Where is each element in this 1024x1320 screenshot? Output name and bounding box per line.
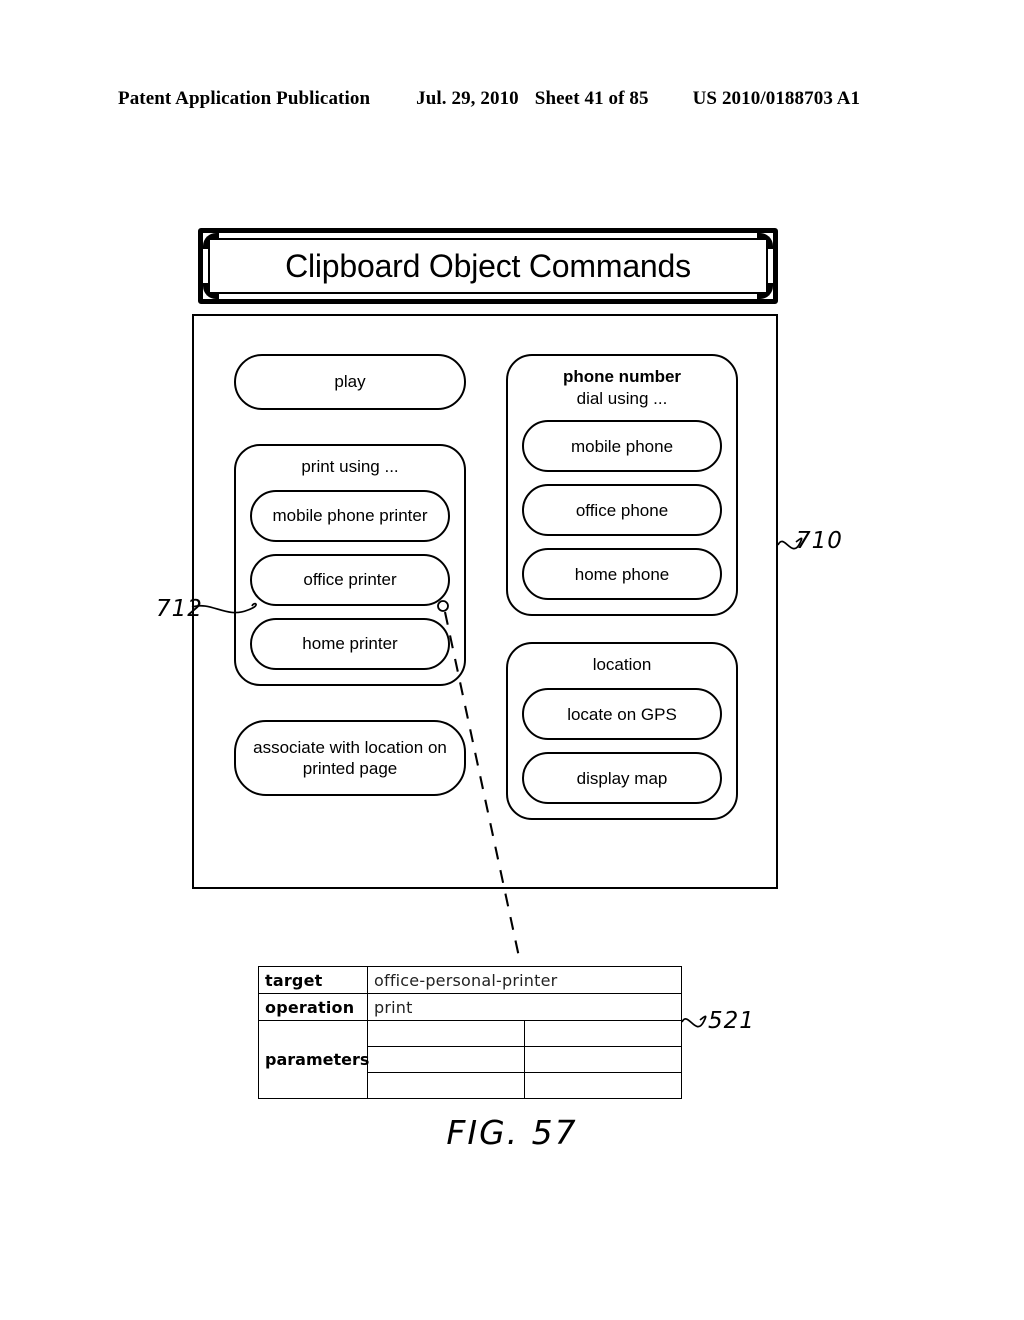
patent-number: US 2010/0188703 A1 — [692, 88, 861, 109]
reference-numeral-710: 710 — [796, 528, 843, 554]
target-value: office-personal-printer — [367, 966, 682, 994]
location-option-list: locate on GPS display map — [522, 688, 722, 805]
home-phone-button[interactable]: home phone — [522, 548, 722, 601]
mobile-phone-button[interactable]: mobile phone — [522, 420, 722, 473]
printer-option-list: mobile phone printer office printer home… — [250, 490, 450, 671]
associate-with-location-button[interactable]: associate with location on printed page — [234, 720, 466, 797]
phone-number-group-heading: phone number dial using ... — [522, 366, 722, 410]
mobile-phone-printer-button[interactable]: mobile phone printer — [250, 490, 450, 543]
table-row-operation: operation print — [258, 993, 682, 1021]
display-map-button[interactable]: display map — [522, 752, 722, 805]
parameter-name-cell-2[interactable] — [367, 1046, 525, 1073]
locate-on-gps-button[interactable]: locate on GPS — [522, 688, 722, 741]
parameter-value-cell-3[interactable] — [524, 1072, 682, 1099]
publication-date: Jul. 29, 2010 — [416, 88, 519, 109]
parameter-name-cell-3[interactable] — [367, 1072, 525, 1099]
location-group: location locate on GPS display map — [506, 642, 738, 821]
publication-label: Patent Application Publication — [118, 88, 371, 109]
leader-line-521 — [681, 1015, 707, 1028]
right-command-column: phone number dial using ... mobile phone… — [506, 354, 738, 821]
home-printer-button[interactable]: home printer — [250, 618, 450, 671]
operation-label: operation — [258, 993, 368, 1021]
parameter-value-cell-1[interactable] — [524, 1020, 682, 1047]
parameter-name-cell-1[interactable] — [367, 1020, 525, 1047]
patent-page-header: Patent Application Publication Jul. 29, … — [118, 88, 906, 114]
parameters-label: parameters — [258, 1020, 369, 1099]
figure-caption: FIG. 57 — [446, 1113, 578, 1152]
command-table: target office-personal-printer operation… — [258, 966, 682, 1099]
parameter-value-cell-2[interactable] — [524, 1046, 682, 1073]
target-label: target — [258, 966, 368, 994]
dialog-titlebar: Clipboard Object Commands — [198, 228, 778, 304]
print-using-group: print using ... mobile phone printer off… — [234, 444, 466, 687]
table-row-target: target office-personal-printer — [258, 966, 682, 994]
titlebar-inner-frame: Clipboard Object Commands — [208, 238, 768, 294]
office-printer-button[interactable]: office printer — [250, 554, 450, 607]
reference-numeral-521: 521 — [708, 1008, 755, 1034]
phone-option-list: mobile phone office phone home phone — [522, 420, 722, 601]
dialog-title: Clipboard Object Commands — [285, 247, 691, 284]
reference-numeral-712: 712 — [156, 596, 203, 622]
left-command-column: play print using ... mobile phone printe… — [234, 354, 466, 797]
table-row-parameters-1: parameters — [258, 1020, 682, 1099]
sheet-number: Sheet 41 of 85 — [534, 88, 649, 109]
associate-button-line-1: associate with location on — [253, 737, 447, 757]
play-button[interactable]: play — [234, 354, 466, 410]
location-group-title: location — [592, 655, 652, 675]
clipboard-object-commands-panel: play print using ... mobile phone printe… — [192, 314, 778, 889]
phone-number-group: phone number dial using ... mobile phone… — [506, 354, 738, 617]
phone-number-group-title: phone number — [562, 367, 682, 386]
associate-button-line-2: printed page — [302, 759, 398, 779]
phone-number-group-subtitle: dial using ... — [576, 389, 668, 409]
office-phone-button[interactable]: office phone — [522, 484, 722, 537]
print-using-group-title: print using ... — [301, 457, 399, 476]
operation-value: print — [367, 993, 682, 1021]
